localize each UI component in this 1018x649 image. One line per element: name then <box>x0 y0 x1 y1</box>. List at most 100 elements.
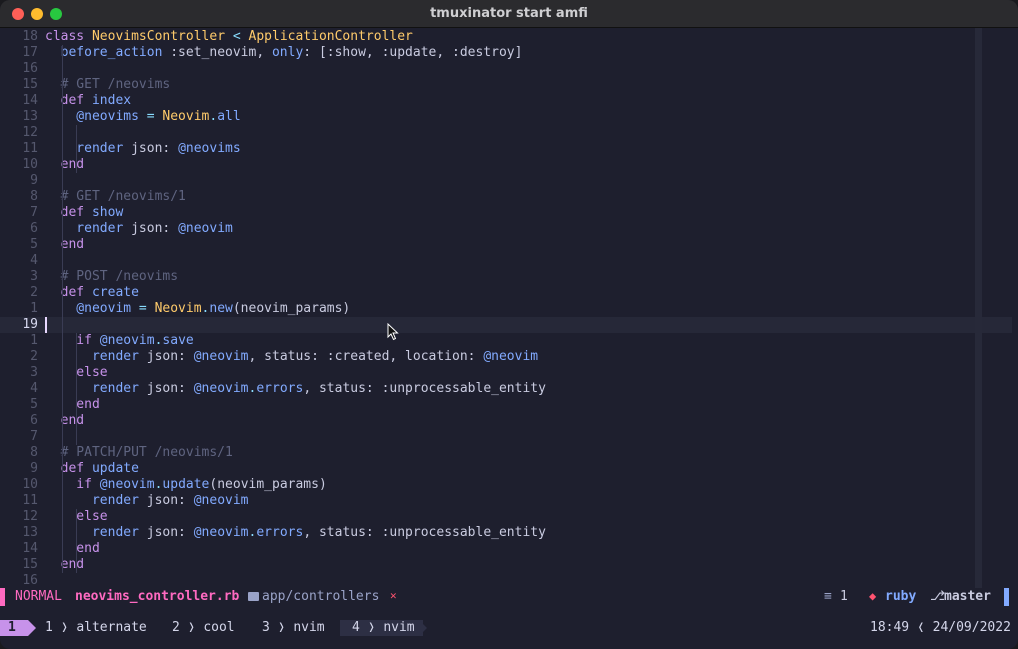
code-token: = <box>138 301 155 316</box>
line-number: 16 <box>22 573 38 588</box>
code-token: def <box>45 461 92 476</box>
code-line[interactable]: 15 end <box>0 557 1012 573</box>
code-token: if <box>45 333 100 348</box>
code-line[interactable]: 14 end <box>0 541 1012 557</box>
tmux-window-2[interactable]: 2 ❭ cool <box>172 620 235 636</box>
code-text: end <box>45 413 85 429</box>
code-token: render <box>45 221 132 236</box>
line-number: 3 <box>30 269 38 284</box>
code-line[interactable]: 4 render json: @neovim.errors, status: :… <box>0 381 1012 397</box>
code-text: render json: @neovim.errors, status: :un… <box>45 381 546 397</box>
line-number: 12 <box>22 125 38 140</box>
line-number: 1 <box>30 333 38 348</box>
line-number: 9 <box>30 173 38 188</box>
file-name: neovims_controller.rb <box>75 589 240 604</box>
line-number: 8 <box>30 189 38 204</box>
session-separator <box>28 620 36 636</box>
code-line[interactable]: 10 if @neovim.update(neovim_params) <box>0 477 1012 493</box>
code-token: render <box>45 381 147 396</box>
code-line[interactable]: 1 @neovim = Neovim.new(neovim_params) <box>0 301 1012 317</box>
tmux-window-3[interactable]: 3 ❭ nvim <box>262 620 325 636</box>
mode-indicator-bar <box>0 588 5 606</box>
code-line[interactable]: 2 render json: @neovim, status: :created… <box>0 349 1012 365</box>
line-number: 15 <box>22 557 38 572</box>
code-text: before_action :set_neovim, only: [:show,… <box>45 45 523 61</box>
code-text: def create <box>45 285 139 301</box>
tmux-window-4-active[interactable]: 4 ❭ nvim <box>340 620 423 636</box>
line-number: 14 <box>22 541 38 556</box>
code-text: class NeovimsController < ApplicationCon… <box>45 29 413 45</box>
title-bar: tmuxinator start amfi <box>0 0 1018 28</box>
window-index: 3 <box>262 620 270 635</box>
code-line[interactable]: 17 before_action :set_neovim, only: [:sh… <box>0 45 1012 61</box>
code-line[interactable]: 13 render json: @neovim.errors, status: … <box>0 525 1012 541</box>
line-number: 13 <box>22 109 38 124</box>
vim-mode: NORMAL <box>15 589 62 604</box>
code-line[interactable]: 8 # PATCH/PUT /neovims/1 <box>0 445 1012 461</box>
code-line[interactable]: 16 <box>0 573 1012 589</box>
code-line[interactable]: 13 @neovims = Neovim.all <box>0 109 1012 125</box>
code-line[interactable]: 15 # GET /neovims <box>0 77 1012 93</box>
code-line[interactable]: 5 end <box>0 397 1012 413</box>
code-line[interactable]: 1 if @neovim.save <box>0 333 1012 349</box>
code-text: end <box>45 557 85 573</box>
chevron-right-icon: ❭ <box>277 620 286 635</box>
chevron-right-icon: ❭ <box>60 620 69 635</box>
scrollbar[interactable] <box>975 28 982 588</box>
code-token: render <box>45 349 147 364</box>
code-token: @neovim <box>45 301 139 316</box>
code-line[interactable]: 6 end <box>0 413 1012 429</box>
current-line[interactable]: 19 <box>0 317 1012 333</box>
code-token: json: <box>146 493 194 508</box>
code-line[interactable]: 8 # GET /neovims/1 <box>0 189 1012 205</box>
code-line[interactable]: 10 end <box>0 157 1012 173</box>
code-token: Neovim <box>154 301 202 316</box>
window-name: cool <box>203 620 235 635</box>
code-text: @neovims = Neovim.all <box>45 109 240 125</box>
code-line[interactable]: 3 else <box>0 365 1012 381</box>
code-token: end <box>45 557 85 572</box>
line-number: 2 <box>30 285 38 300</box>
tmux-session[interactable]: 1 <box>0 620 28 636</box>
code-line[interactable]: 6 render json: @neovim <box>0 221 1012 237</box>
code-text: render json: @neovim, status: :created, … <box>45 349 538 365</box>
code-text: def show <box>45 205 124 221</box>
code-token: @neovim <box>483 349 539 364</box>
code-line[interactable]: 11 render json: @neovims <box>0 141 1012 157</box>
code-line[interactable]: 7 <box>0 429 1012 445</box>
line-number: 19 <box>22 317 38 332</box>
code-line[interactable]: 5 end <box>0 237 1012 253</box>
code-line[interactable]: 9 def update <box>0 461 1012 477</box>
code-token: @neovim <box>193 493 249 508</box>
code-token: ApplicationController <box>248 29 413 44</box>
line-number: 8 <box>30 445 38 460</box>
tmux-window-1[interactable]: 1 ❭ alternate <box>45 620 147 636</box>
code-token: errors <box>256 381 304 396</box>
filetype: ruby <box>885 589 917 604</box>
line-number: 12 <box>22 509 38 524</box>
line-number: 10 <box>22 157 38 172</box>
code-line[interactable]: 9 <box>0 173 1012 189</box>
date: 24/09/2022 <box>932 620 1011 635</box>
code-editor[interactable]: 16 15 end 14 end 13 render json: @neovim.er… <box>0 28 1018 588</box>
code-line[interactable]: 16 <box>0 61 1012 77</box>
code-line[interactable]: 4 <box>0 253 1012 269</box>
code-line[interactable]: 2 def create <box>0 285 1012 301</box>
code-line[interactable]: 11 render json: @neovim <box>0 493 1012 509</box>
code-line[interactable]: 12 else <box>0 509 1012 525</box>
code-text: def update <box>45 461 139 477</box>
code-line[interactable]: 18 class NeovimsController < ApplicationC… <box>0 29 1012 45</box>
code-token: , status: :unprocessable_entity <box>303 381 546 396</box>
code-line[interactable]: 7 def show <box>0 205 1012 221</box>
code-line[interactable]: 3 # POST /neovims <box>0 269 1012 285</box>
line-number: 1 <box>30 301 38 316</box>
code-token: = <box>146 109 163 124</box>
code-line[interactable]: 14 def index <box>0 93 1012 109</box>
line-number: 4 <box>30 253 38 268</box>
line-number: 16 <box>22 61 38 76</box>
code-token: @neovim <box>193 525 249 540</box>
clock: 18:49 ❬ 24/09/2022 <box>870 620 1011 636</box>
code-line[interactable]: 12 <box>0 125 1012 141</box>
code-token: @neovim <box>178 221 233 236</box>
